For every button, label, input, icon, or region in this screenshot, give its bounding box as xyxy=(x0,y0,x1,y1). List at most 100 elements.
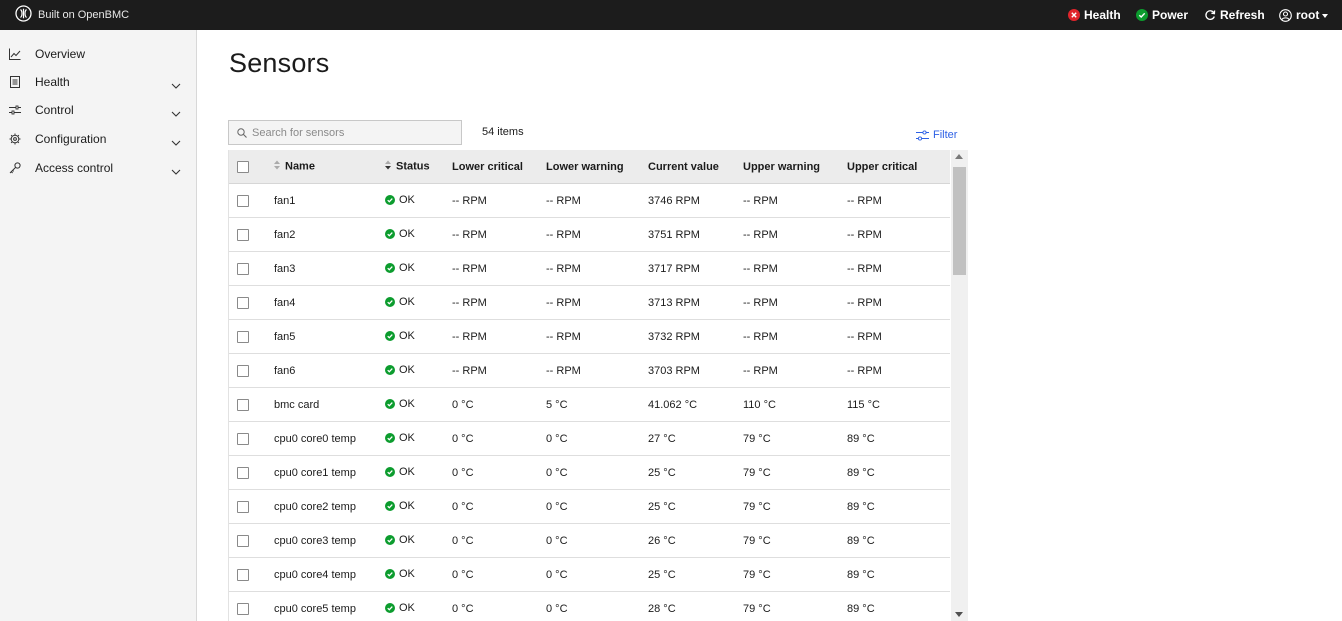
cell-upper-warning: -- RPM xyxy=(743,353,847,388)
scroll-down-arrow-icon[interactable] xyxy=(955,612,963,617)
row-select-cell xyxy=(229,353,258,388)
row-checkbox[interactable] xyxy=(237,500,249,513)
cell-upper-critical: -- RPM xyxy=(847,319,950,354)
scrollbar-thumb[interactable] xyxy=(953,167,966,275)
table-row[interactable]: fan6 OK -- RPM -- RPM 3703 RPM -- RPM -- RPM xyxy=(229,353,950,388)
column-label: Status xyxy=(396,160,430,173)
row-select-cell xyxy=(229,591,258,621)
column-header-status[interactable]: Status xyxy=(385,150,452,184)
cell-lower-warning: 0 °C xyxy=(546,523,648,558)
status-text: OK xyxy=(399,227,415,240)
key-icon xyxy=(9,161,21,175)
column-header-lower-critical[interactable]: Lower critical xyxy=(452,150,546,184)
column-header-upper-warning[interactable]: Upper warning xyxy=(743,150,847,184)
power-status-button[interactable]: Power xyxy=(1136,8,1188,22)
cell-value: 79 °C xyxy=(743,432,771,445)
sidebar-item-configuration[interactable]: Configuration xyxy=(0,126,196,152)
cell-name: fan6 xyxy=(258,353,385,388)
cell-name: fan5 xyxy=(258,319,385,354)
cell-value: 89 °C xyxy=(847,534,875,547)
cell-value: -- RPM xyxy=(743,228,778,241)
health-status-button[interactable]: Health xyxy=(1068,8,1121,22)
table-row[interactable]: fan1 OK -- RPM -- RPM 3746 RPM -- RPM -- RPM xyxy=(229,183,950,218)
status-text: OK xyxy=(399,397,415,410)
table-row[interactable]: cpu0 core3 temp OK 0 °C 0 °C 26 °C 79 °C 89 °C xyxy=(229,523,950,558)
row-checkbox[interactable] xyxy=(237,466,249,479)
cell-value: 0 °C xyxy=(452,398,474,411)
row-checkbox[interactable] xyxy=(237,262,249,275)
sidebar-item-health[interactable]: Health xyxy=(0,69,196,95)
cell-upper-warning: 79 °C xyxy=(743,455,847,490)
table-row[interactable]: cpu0 core2 temp OK 0 °C 0 °C 25 °C 79 °C 89 °C xyxy=(229,489,950,524)
cell-value: -- RPM xyxy=(743,194,778,207)
search-box[interactable] xyxy=(228,120,462,145)
table-row[interactable]: bmc card OK 0 °C 5 °C 41.062 °C 110 °C 115 °C xyxy=(229,387,950,422)
table-row[interactable]: cpu0 core0 temp OK 0 °C 0 °C 27 °C 79 °C 89 °C xyxy=(229,421,950,456)
cell-value: 110 °C xyxy=(743,398,776,411)
cell-value: -- RPM xyxy=(546,330,581,343)
table-scrollbar[interactable] xyxy=(951,150,968,621)
column-label: Current value xyxy=(648,160,719,173)
sensors-table-container: Name Status Lower critical Lower warning… xyxy=(228,150,969,621)
chevron-down-icon xyxy=(171,135,181,149)
sidebar-item-label: Health xyxy=(35,75,70,89)
row-checkbox[interactable] xyxy=(237,194,249,207)
scroll-up-arrow-icon[interactable] xyxy=(955,154,963,159)
column-header-name[interactable]: Name xyxy=(258,150,385,184)
cell-lower-critical: -- RPM xyxy=(452,353,546,388)
cell-lower-warning: 5 °C xyxy=(546,387,648,422)
status-text: OK xyxy=(399,261,415,274)
cell-value: -- RPM xyxy=(847,194,882,207)
cell-lower-critical: -- RPM xyxy=(452,251,546,286)
row-checkbox[interactable] xyxy=(237,432,249,445)
row-checkbox[interactable] xyxy=(237,568,249,581)
row-checkbox[interactable] xyxy=(237,296,249,309)
column-header-lower-warning[interactable]: Lower warning xyxy=(546,150,648,184)
sidebar-item-access-control[interactable]: Access control xyxy=(0,155,196,181)
table-row[interactable]: cpu0 core4 temp OK 0 °C 0 °C 25 °C 79 °C 89 °C xyxy=(229,557,950,592)
table-row[interactable]: fan2 OK -- RPM -- RPM 3751 RPM -- RPM -- RPM xyxy=(229,217,950,252)
refresh-button[interactable]: Refresh xyxy=(1204,8,1265,22)
table-row[interactable]: cpu0 core1 temp OK 0 °C 0 °C 25 °C 79 °C 89 °C xyxy=(229,455,950,490)
cell-value: 0 °C xyxy=(452,534,474,547)
column-header-upper-critical[interactable]: Upper critical xyxy=(847,150,950,184)
row-checkbox[interactable] xyxy=(237,602,249,615)
row-checkbox[interactable] xyxy=(237,534,249,547)
row-checkbox[interactable] xyxy=(237,330,249,343)
table-row[interactable]: cpu0 core5 temp OK 0 °C 0 °C 28 °C 79 °C 89 °C xyxy=(229,591,950,621)
row-select-cell xyxy=(229,557,258,592)
column-label: Upper critical xyxy=(847,160,918,173)
sidebar-item-control[interactable]: Control xyxy=(0,97,196,123)
cell-value: -- RPM xyxy=(452,330,487,343)
cell-value: 79 °C xyxy=(743,500,771,513)
search-input[interactable] xyxy=(252,126,452,139)
status-badge: OK xyxy=(385,262,415,274)
filter-button[interactable]: Filter xyxy=(916,129,957,141)
column-header-current-value[interactable]: Current value xyxy=(648,150,743,184)
filter-label: Filter xyxy=(933,129,958,141)
cell-current: 25 °C xyxy=(648,489,743,524)
cell-value: 89 °C xyxy=(847,432,875,445)
row-checkbox[interactable] xyxy=(237,228,249,241)
brand[interactable]: Built on OpenBMC xyxy=(15,5,129,25)
cell-current: 25 °C xyxy=(648,557,743,592)
cell-lower-warning: 0 °C xyxy=(546,489,648,524)
cell-upper-critical: -- RPM xyxy=(847,251,950,286)
table-row[interactable]: fan3 OK -- RPM -- RPM 3717 RPM -- RPM -- RPM xyxy=(229,251,950,286)
document-icon xyxy=(9,75,21,89)
cell-status: OK xyxy=(385,319,452,354)
cell-name: cpu0 core2 temp xyxy=(258,489,385,524)
table-row[interactable]: fan4 OK -- RPM -- RPM 3713 RPM -- RPM -- RPM xyxy=(229,285,950,320)
select-all-checkbox[interactable] xyxy=(237,160,249,173)
table-row[interactable]: fan5 OK -- RPM -- RPM 3732 RPM -- RPM -- RPM xyxy=(229,319,950,354)
user-menu-button[interactable]: root xyxy=(1279,8,1329,22)
row-checkbox[interactable] xyxy=(237,364,249,377)
cell-upper-critical: 89 °C xyxy=(847,557,950,592)
cell-lower-critical: 0 °C xyxy=(452,387,546,422)
sidebar-item-overview[interactable]: Overview xyxy=(0,41,196,67)
cell-upper-critical: -- RPM xyxy=(847,285,950,320)
cell-value: 89 °C xyxy=(847,568,875,581)
status-badge: OK xyxy=(385,330,415,342)
status-text: OK xyxy=(399,499,415,512)
row-checkbox[interactable] xyxy=(237,398,249,411)
